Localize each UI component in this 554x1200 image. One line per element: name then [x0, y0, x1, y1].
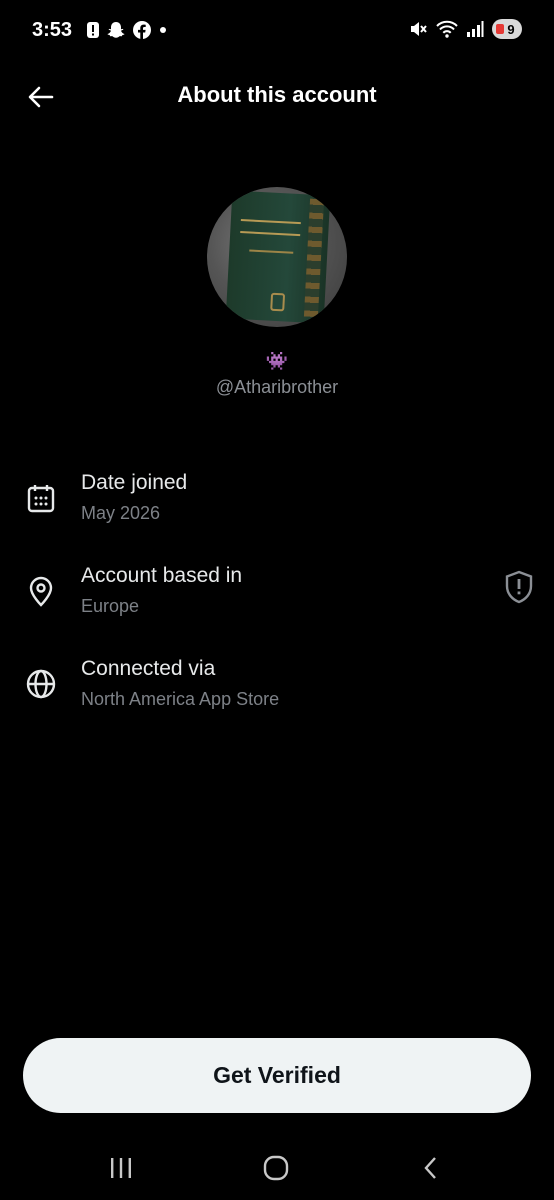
home-button[interactable]	[256, 1150, 296, 1186]
avatar	[207, 187, 347, 327]
top-app-bar: About this account	[0, 62, 554, 130]
globe-icon	[26, 669, 56, 699]
page-title: About this account	[177, 82, 377, 107]
battery-icon: 9	[492, 19, 522, 39]
signal-icon	[467, 21, 484, 37]
facebook-icon	[133, 21, 151, 39]
detail-row-connected-via: Connected via North America App Store	[0, 657, 554, 717]
emoji-badge: 👾	[265, 351, 289, 371]
detail-value: May 2026	[81, 503, 161, 523]
calendar-icon	[27, 485, 55, 513]
detail-value: Europe	[81, 596, 140, 616]
get-verified-button[interactable]: Get Verified	[23, 1038, 531, 1113]
home-icon	[263, 1155, 289, 1181]
alert-icon	[87, 22, 99, 38]
detail-label: Account based in	[81, 564, 243, 587]
snapchat-icon	[107, 22, 125, 38]
wifi-icon	[436, 20, 458, 38]
detail-row-account-based-in: Account based in Europe	[0, 564, 554, 624]
mute-icon	[411, 22, 427, 36]
detail-row-date-joined: Date joined May 2026	[0, 471, 554, 531]
shield-alert-icon[interactable]	[503, 569, 535, 605]
recents-button[interactable]	[101, 1150, 141, 1186]
recents-icon	[111, 1158, 131, 1178]
status-time: 3:53	[32, 19, 73, 41]
detail-label: Connected via	[81, 657, 216, 680]
dot-icon	[160, 27, 166, 33]
account-handle: @Atharibrother	[215, 377, 339, 397]
battery-level: 9	[507, 21, 515, 37]
back-icon	[424, 1157, 436, 1179]
book-image	[225, 190, 331, 324]
detail-label: Date joined	[81, 471, 188, 494]
location-pin-icon	[29, 576, 53, 607]
status-bar: 3:53 9	[0, 0, 554, 62]
detail-value: North America App Store	[81, 689, 280, 709]
system-back-button[interactable]	[411, 1150, 451, 1186]
system-nav-bar	[0, 1130, 554, 1200]
